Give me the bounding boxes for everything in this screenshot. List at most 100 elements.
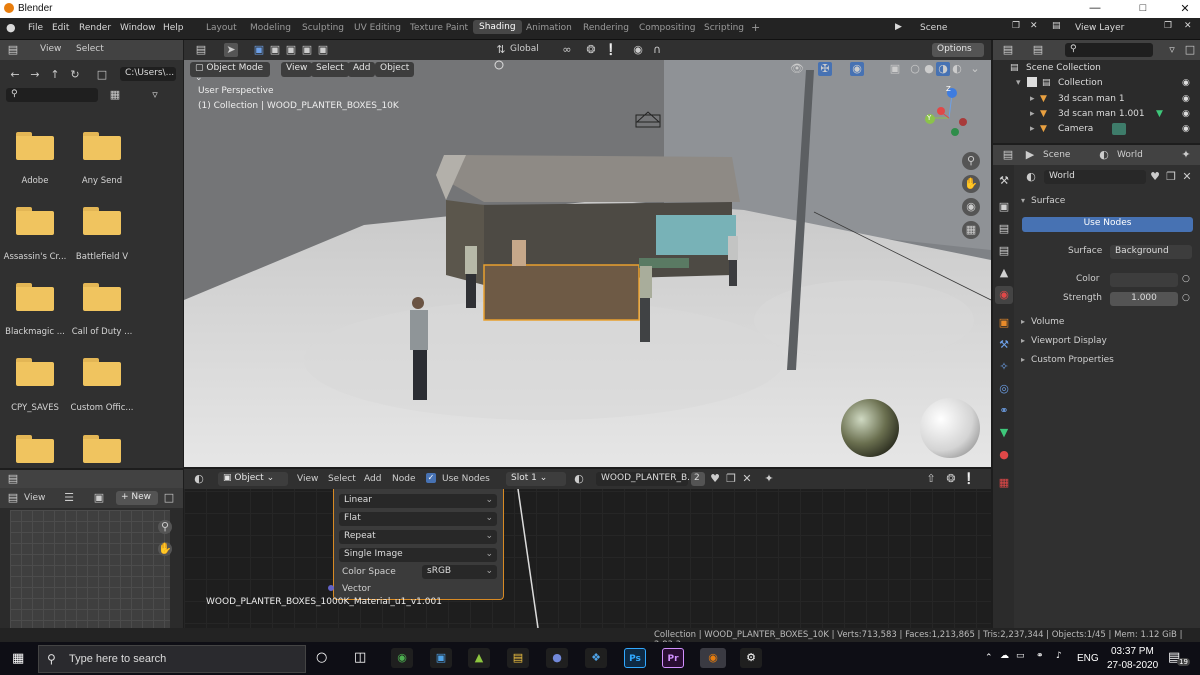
view-layer-close-icon[interactable]: ✕ xyxy=(1184,21,1192,31)
scene-close-icon[interactable]: ✕ xyxy=(1030,21,1038,31)
render-icon[interactable]: ▣ xyxy=(995,198,1013,216)
tool-icon[interactable]: ⚒ xyxy=(995,172,1013,190)
back-icon[interactable]: ← xyxy=(8,68,22,82)
tab-layout[interactable]: Layout xyxy=(206,23,237,33)
blender-taskbar-icon[interactable]: ◉ xyxy=(700,648,726,668)
folder-icon[interactable] xyxy=(16,283,54,311)
duplicate-icon[interactable]: ❐ xyxy=(1164,170,1178,184)
ie-view-menu[interactable]: View xyxy=(24,493,45,503)
folder-name[interactable]: Custom Offic... xyxy=(69,403,135,413)
snap-target-icon[interactable]: ❕ xyxy=(962,472,976,486)
path-field[interactable]: C:\Users\... xyxy=(120,67,176,81)
new-folder-icon[interactable]: □ xyxy=(95,68,109,82)
ne-select-menu[interactable]: Select xyxy=(328,474,356,484)
minimize-icon[interactable]: — xyxy=(1080,2,1110,14)
output-icon[interactable]: ▤ xyxy=(995,220,1013,238)
dropbox-icon[interactable]: ❖ xyxy=(585,648,607,668)
rendered-shading-icon[interactable]: ◐ xyxy=(950,62,964,76)
folder-icon[interactable] xyxy=(16,207,54,235)
checkbox-icon[interactable] xyxy=(1027,77,1037,87)
fb-search-input[interactable]: ⚲ xyxy=(6,88,98,102)
material-props-icon[interactable]: ● xyxy=(995,446,1013,464)
duplicate-icon[interactable]: ❐ xyxy=(724,472,738,486)
editor-type-icon[interactable]: ▤ xyxy=(6,491,20,505)
tab-scripting[interactable]: Scripting xyxy=(704,23,744,33)
wireframe-shading-icon[interactable]: ○ xyxy=(908,62,922,76)
alienware-icon[interactable]: ▲ xyxy=(468,648,490,668)
view-layer-copy-icon[interactable]: ❐ xyxy=(1164,21,1172,31)
expand-icon[interactable]: ▸ xyxy=(1030,124,1035,134)
folder-icon[interactable]: □ xyxy=(162,491,176,505)
data-props-icon[interactable]: ▼ xyxy=(995,424,1013,442)
view-layer-name[interactable]: View Layer xyxy=(1075,23,1124,33)
folder-icon[interactable] xyxy=(83,207,121,235)
fake-user-icon[interactable]: ♥ xyxy=(708,472,722,486)
outliner-row[interactable]: ▸ ▼ 3d scan man 1 ◉ xyxy=(1000,92,1200,107)
menu-window[interactable]: Window xyxy=(120,23,156,33)
ne-node-menu[interactable]: Node xyxy=(392,474,416,484)
folder-name[interactable]: Any Send xyxy=(69,176,135,186)
explorer-icon[interactable]: ▤ xyxy=(507,648,529,668)
strength-field[interactable]: 1.000 xyxy=(1110,292,1178,306)
expand-icon[interactable]: ▸ xyxy=(1021,336,1025,345)
menu-help[interactable]: Help xyxy=(163,23,184,33)
uv-grid-canvas[interactable] xyxy=(10,510,170,628)
texture-props-icon[interactable]: ▦ xyxy=(995,474,1013,492)
outliner-row[interactable]: ▸ ▼ Camera ◉ xyxy=(1000,122,1200,137)
gizmo-toggle-icon[interactable]: ✠ xyxy=(818,62,832,76)
transform-orientation[interactable]: Global xyxy=(510,44,539,54)
overlays-toggle-icon[interactable]: ◉ xyxy=(850,62,864,76)
falloff-icon[interactable]: ∩ xyxy=(650,43,664,57)
photoshop-icon[interactable]: Ps xyxy=(624,648,646,668)
select-invert-icon[interactable]: ▣ xyxy=(300,43,314,57)
select-box-icon[interactable]: ▣ xyxy=(252,43,266,57)
pan-hand-icon[interactable]: ✋ xyxy=(962,175,980,193)
editor-type-icon[interactable]: ▤ xyxy=(6,43,20,57)
camera-view-icon[interactable]: ◉ xyxy=(962,198,980,216)
object-mode-select[interactable]: ▢ Object Mode ⌄ xyxy=(190,62,270,83)
unlink-icon[interactable]: ✕ xyxy=(1180,170,1194,184)
world-name-field[interactable]: World xyxy=(1044,170,1146,184)
windows-start-icon[interactable]: ▦ xyxy=(12,651,24,666)
vp-object-menu[interactable]: Object xyxy=(375,62,415,77)
material-users-count[interactable]: 2 xyxy=(691,472,705,486)
proportional-edit-icon[interactable]: ◉ xyxy=(631,43,645,57)
folder-icon[interactable] xyxy=(83,358,121,386)
outliner-row[interactable]: ▾ ▤ Collection ◉ xyxy=(1000,76,1200,91)
select-extend-icon[interactable]: ▣ xyxy=(268,43,282,57)
close-icon[interactable]: ✕ xyxy=(1170,2,1200,15)
scene-copy-icon[interactable]: ❐ xyxy=(1012,21,1020,31)
expand-icon[interactable]: ▾ xyxy=(1016,78,1021,88)
use-nodes-checkbox[interactable]: ✓ xyxy=(426,473,436,483)
parent-dir-icon[interactable]: ↑ xyxy=(48,68,62,82)
object-props-icon[interactable]: ▣ xyxy=(995,314,1013,332)
scene-props-icon[interactable]: ▲ xyxy=(995,264,1013,282)
extension-select[interactable]: Repeat ⌄ xyxy=(339,530,497,544)
options-button[interactable]: Options xyxy=(932,43,984,57)
display-mode-icon[interactable]: ▦ xyxy=(108,88,122,102)
unlink-icon[interactable]: ✕ xyxy=(740,472,754,486)
image-icon[interactable]: ▣ xyxy=(92,491,106,505)
material-name-field[interactable]: WOOD_PLANTER_B... xyxy=(596,472,696,486)
section-volume[interactable]: Volume xyxy=(1031,317,1064,327)
folder-icon[interactable] xyxy=(16,358,54,386)
folder-icon[interactable] xyxy=(83,435,121,463)
editor-type-icon[interactable]: ▤ xyxy=(1001,43,1015,57)
pin-icon[interactable]: ✦ xyxy=(1179,148,1193,162)
outliner-row[interactable]: ▤ Scene Collection xyxy=(1000,61,1200,76)
fake-user-icon[interactable]: ♥ xyxy=(1148,170,1162,184)
maximize-icon[interactable]: □ xyxy=(1128,2,1158,14)
filter-icon[interactable]: ▿ xyxy=(148,88,162,102)
editor-type-icon[interactable]: ▤ xyxy=(1001,148,1015,162)
use-nodes-button[interactable]: Use Nodes xyxy=(1022,217,1193,232)
tab-texture-paint[interactable]: Texture Paint xyxy=(410,23,468,33)
volume-icon[interactable]: ♪ xyxy=(1056,651,1062,661)
world-props-icon[interactable]: ◉ xyxy=(995,286,1013,304)
menu-render[interactable]: Render xyxy=(79,23,111,33)
pin-icon[interactable]: ✦ xyxy=(762,472,776,486)
section-custom-properties[interactable]: Custom Properties xyxy=(1031,355,1114,365)
shader-type-select[interactable]: ▣ Object ⌄ xyxy=(218,472,288,486)
particles-icon[interactable]: ✧ xyxy=(995,358,1013,376)
chevron-down-icon[interactable]: ⌄ xyxy=(968,62,982,76)
eye-icon[interactable]: ◉ xyxy=(1182,109,1190,119)
